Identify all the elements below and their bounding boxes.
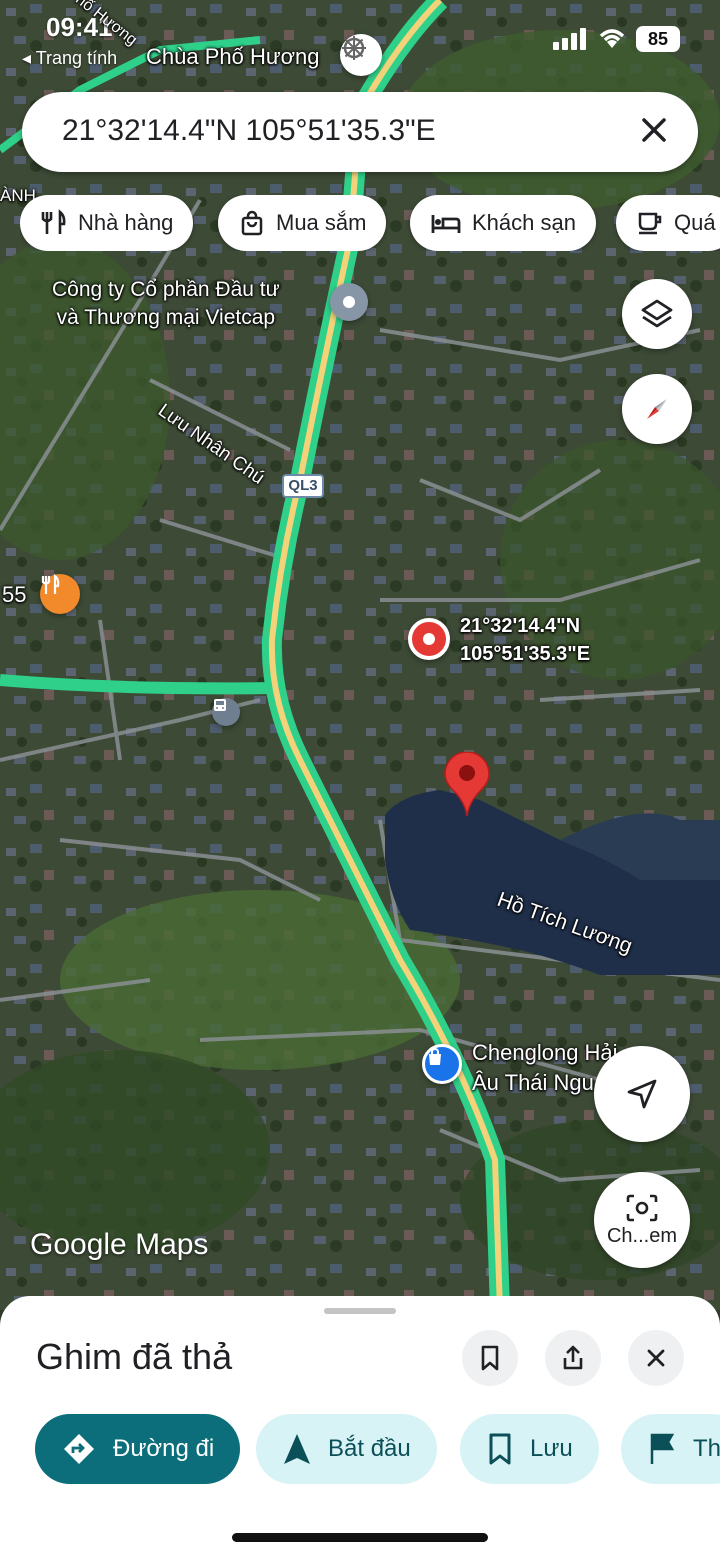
save-bookmark-button[interactable] — [462, 1330, 518, 1386]
shopping-bag-icon — [429, 1048, 441, 1065]
flag-icon — [650, 1433, 675, 1464]
map-label-temple[interactable]: Chùa Phố Hương — [146, 44, 319, 70]
map-label-pin-coordinates: 21°32'14.4"N 105°51'35.3"E — [460, 612, 590, 668]
bus-stop-marker[interactable] — [212, 698, 240, 726]
close-icon — [647, 1349, 665, 1367]
search-query[interactable]: 21°32'14.4"N 105°51'35.3"E — [62, 114, 436, 148]
start-button[interactable]: Bắt đầu — [256, 1414, 437, 1484]
compass-button[interactable] — [622, 374, 692, 444]
chip-label: Nhà hàng — [78, 210, 174, 235]
google-maps-attribution: Google Maps — [30, 1228, 209, 1261]
directions-label: Đường đi — [113, 1435, 215, 1462]
camera-explore-button[interactable]: Ch...em — [594, 1172, 690, 1268]
coffee-cup-icon — [638, 212, 662, 235]
sheet-drag-handle[interactable] — [324, 1308, 396, 1314]
camera-scan-icon — [626, 1194, 658, 1221]
highway-shield: QL3 — [282, 474, 324, 498]
bookmark-icon — [481, 1345, 499, 1371]
pin-lng: 105°51'35.3"E — [460, 643, 591, 665]
dropped-pin-sheet: Ghim đã thả Đường đi Bắt đầu Lưu Th — [0, 1296, 720, 1557]
chip-cafes[interactable]: Quá — [616, 195, 720, 251]
search-bar[interactable]: 21°32'14.4"N 105°51'35.3"E — [22, 92, 698, 172]
compass-icon — [647, 399, 667, 419]
camera-explore-label: Ch...em — [606, 1224, 678, 1247]
chip-shopping[interactable]: Mua sắm — [218, 195, 387, 251]
battery-indicator: 85 — [636, 26, 680, 52]
chip-label: Quá — [674, 210, 716, 235]
chip-restaurants[interactable]: Nhà hàng — [20, 195, 194, 251]
back-to-app-link[interactable]: ◂ Trang tính — [22, 48, 117, 69]
company-name-line1: Công ty Cổ phần Đầu tư — [52, 278, 280, 301]
map-label-restaurant-number: 55 — [2, 582, 27, 607]
navigation-arrow-icon — [284, 1434, 310, 1464]
company-name-line2: và Thương mại Vietcap — [56, 306, 276, 329]
company-marker[interactable] — [330, 283, 368, 321]
share-icon — [563, 1345, 583, 1370]
fork-knife-icon — [41, 209, 66, 234]
shop-marker[interactable] — [422, 1044, 462, 1084]
wifi-icon — [599, 29, 625, 48]
map-label-company[interactable]: Công ty Cổ phần Đầu tư và Thương mại Vie… — [52, 276, 280, 332]
report-label: Th — [693, 1435, 720, 1462]
chip-hotels[interactable]: Khách sạn — [410, 195, 596, 251]
fork-knife-icon — [41, 574, 60, 594]
directions-button[interactable]: Đường đi — [35, 1414, 241, 1484]
shopping-bag-icon — [241, 210, 263, 236]
navigation-arrow-icon — [627, 1079, 657, 1109]
coordinate-pin-dot — [423, 633, 435, 645]
layers-icon — [641, 299, 673, 328]
chip-label: Khách sạn — [472, 210, 576, 235]
dharma-wheel-icon — [342, 36, 366, 60]
coordinate-pin-marker[interactable] — [408, 618, 450, 660]
home-indicator[interactable] — [232, 1533, 488, 1542]
category-chips: Nhà hàng Mua sắm Khách sạn Quá — [20, 195, 720, 251]
share-button[interactable] — [545, 1330, 601, 1386]
restaurant-marker[interactable] — [40, 574, 80, 614]
company-marker-dot — [343, 296, 355, 308]
temple-marker[interactable] — [340, 34, 382, 76]
sheet-title: Ghim đã thả — [36, 1336, 233, 1377]
layers-button[interactable] — [622, 279, 692, 349]
bus-icon — [214, 699, 226, 711]
my-location-button[interactable] — [594, 1046, 690, 1142]
cellular-signal-icon — [553, 28, 586, 50]
bed-icon — [431, 215, 461, 233]
clear-search-icon[interactable] — [636, 112, 672, 148]
chip-label: Mua sắm — [276, 210, 367, 235]
bookmark-icon — [489, 1433, 511, 1465]
shop-name-line1: Chenglong Hải — [472, 1040, 618, 1065]
dropped-pin-icon[interactable] — [443, 752, 491, 818]
directions-icon — [64, 1434, 94, 1464]
save-button[interactable]: Lưu — [460, 1414, 599, 1484]
save-label: Lưu — [530, 1435, 573, 1462]
close-sheet-button[interactable] — [628, 1330, 684, 1386]
pin-lat: 21°32'14.4"N — [460, 615, 581, 637]
action-buttons-row: Đường đi Bắt đầu Lưu Th — [0, 1414, 720, 1484]
report-button[interactable]: Th — [621, 1414, 720, 1484]
start-label: Bắt đầu — [328, 1435, 411, 1462]
